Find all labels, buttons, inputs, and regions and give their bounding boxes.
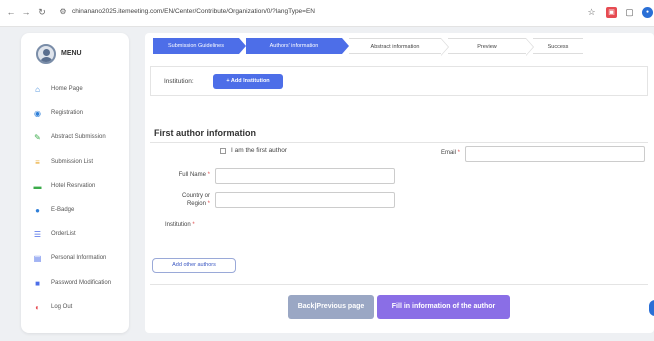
sidebar-item-label: Log Out <box>51 303 73 310</box>
back-arrow-icon[interactable]: ← <box>5 6 17 18</box>
sidebar-icon: ▤ <box>33 254 42 264</box>
sidebar-item-orderlist[interactable]: ☰ OrderList <box>21 225 129 245</box>
profile-icon[interactable]: ● <box>642 7 653 18</box>
menu-header: MENU <box>21 33 129 73</box>
sidebar-item-label: Hotel Resrvation <box>51 182 96 189</box>
sidebar-item-label: Personal Information <box>51 255 107 262</box>
sidebar-item-label: Home Page <box>51 86 83 92</box>
step-label: Abstract information <box>370 44 420 50</box>
step-abstract-information[interactable]: Abstract information <box>349 38 449 56</box>
email-label: Email * <box>440 150 460 156</box>
step-label: Authors' information <box>269 43 319 49</box>
sidebar: MENU ⌂ Home Page ◉ Registration ✎ Abstract Su… <box>21 33 129 333</box>
institution-section: Institution: + Add Institution <box>150 66 648 96</box>
progress-steps: Submission Guidelines Authors' informatio… <box>153 38 583 56</box>
sidebar-item-label: Password Modification <box>51 279 112 286</box>
sidebar-item-personal-information[interactable]: ▤ Personal Information <box>21 249 129 269</box>
section-title: First author information <box>154 128 256 138</box>
divider <box>150 284 648 285</box>
email-field[interactable] <box>465 146 645 162</box>
sidebar-item-hotel-resrvation[interactable]: ▬ Hotel Resrvation <box>21 177 129 197</box>
step-label: Submission Guidelines <box>168 43 224 49</box>
sidebar-icon: ≡ <box>35 157 40 167</box>
avatar-icon[interactable] <box>36 44 56 64</box>
step-arrow <box>441 39 448 55</box>
step-arrow <box>526 39 533 55</box>
step-arrow <box>342 38 349 54</box>
menu-title: MENU <box>61 50 82 57</box>
sidebar-icon: ▬ <box>33 181 42 191</box>
sidebar-item-registration[interactable]: ◉ Registration <box>21 104 129 124</box>
forward-arrow-icon[interactable]: → <box>20 6 32 18</box>
add-institution-button[interactable]: + Add Institution <box>213 74 283 89</box>
step-submission-guidelines[interactable]: Submission Guidelines <box>153 38 246 54</box>
sidebar-icon: ☰ <box>33 230 42 240</box>
sidebar-item-submission-list[interactable]: ≡ Submission List <box>21 153 129 173</box>
full-name-field[interactable] <box>215 168 395 184</box>
site-settings-icon[interactable]: ⚙ <box>58 7 68 17</box>
sidebar-icon: ● <box>35 206 40 215</box>
institution-field-label: Institution * <box>165 222 195 228</box>
bookmark-star-icon[interactable]: ☆ <box>586 7 597 18</box>
divider <box>150 142 648 143</box>
address-bar[interactable]: chinanano2025.itemeeting.com/EN/Center/C… <box>72 8 315 15</box>
sidebar-item-label: Abstract Submission <box>51 134 106 141</box>
institution-label: Institution: <box>164 78 194 85</box>
window-icon[interactable]: ▢ <box>624 7 635 18</box>
sidebar-item-e-badge[interactable]: ● E-Badge <box>21 201 129 221</box>
main-panel: Submission Guidelines Authors' informatio… <box>145 33 654 333</box>
sidebar-item-label: OrderList <box>51 231 76 238</box>
step-authors-information[interactable]: Authors' information <box>246 38 349 54</box>
browser-bar: ← → ↻ ⚙ chinanano2025.itemeeting.com/EN/… <box>0 0 654 27</box>
sidebar-item-label: Submission List <box>51 158 94 165</box>
step-arrow <box>239 38 246 54</box>
reload-icon[interactable]: ↻ <box>36 6 48 18</box>
sidebar-icon: ✎ <box>34 133 41 143</box>
full-name-label: Full Name * <box>178 172 210 178</box>
step-label: Preview <box>477 44 497 50</box>
first-author-checkbox[interactable] <box>220 148 226 154</box>
sidebar-item-label: E-Badge <box>51 207 75 213</box>
sidebar-icon: ◉ <box>34 109 41 119</box>
sidebar-item-password-modification[interactable]: ■ Password Modification <box>21 274 129 294</box>
floating-help-button[interactable] <box>649 300 654 316</box>
sidebar-item-home-page[interactable]: ⌂ Home Page <box>21 80 129 100</box>
sidebar-item-log-out[interactable]: ◐ Log Out <box>21 298 129 318</box>
country-label-line2: Region * <box>186 201 210 207</box>
country-region-field[interactable] <box>215 192 395 208</box>
step-preview[interactable]: Preview <box>448 38 534 56</box>
country-label: Country or <box>181 193 210 199</box>
sidebar-icon: ◐ <box>35 302 40 312</box>
first-author-check-label: I am the first author <box>231 147 287 154</box>
sidebar-icon: ■ <box>35 278 40 288</box>
back-previous-button[interactable]: Back|Previous page <box>288 295 374 319</box>
sidebar-item-abstract-submission[interactable]: ✎ Abstract Submission <box>21 128 129 148</box>
add-other-authors-button[interactable]: Add other authors <box>152 258 236 273</box>
sidebar-icon: ⌂ <box>35 85 40 94</box>
step-label: Success <box>547 44 569 50</box>
extension-icon[interactable]: ▣ <box>606 7 617 18</box>
fill-author-info-button[interactable]: Fill in information of the author <box>377 295 510 319</box>
step-success[interactable]: Success <box>533 38 583 54</box>
sidebar-item-label: Registration <box>51 110 84 117</box>
